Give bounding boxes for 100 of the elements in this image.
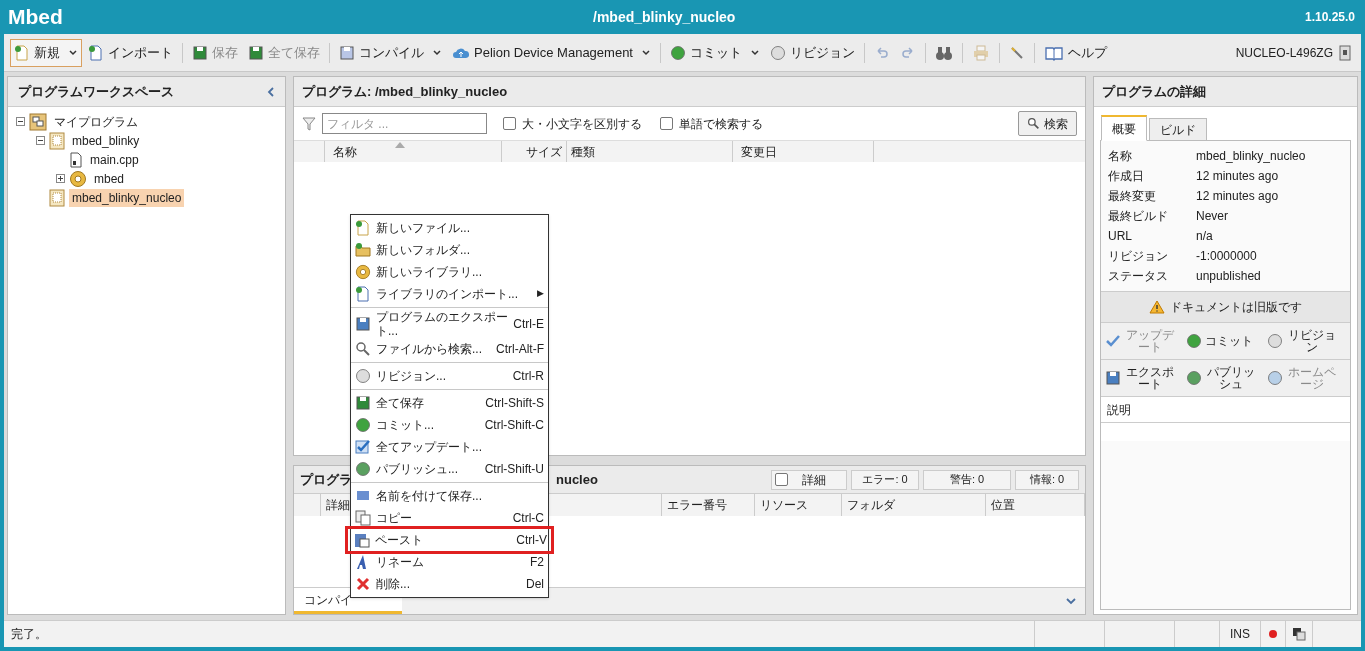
file-icon <box>69 151 83 168</box>
field-value: n/a <box>1196 228 1213 245</box>
menu-item[interactable]: ファイルから検索... Ctrl-Alt-F <box>351 338 548 360</box>
wand-icon <box>1009 44 1025 61</box>
panel-title: nucleo <box>556 470 598 489</box>
app-logo: Mbed <box>8 4 64 31</box>
column-header[interactable]: 位置 <box>991 496 1015 514</box>
undo-icon <box>874 44 890 61</box>
copy-icon <box>355 510 371 526</box>
windows-icon <box>1292 627 1306 641</box>
menu-item[interactable]: リネーム F2 <box>351 551 548 573</box>
field-label: 名称 <box>1108 148 1133 165</box>
record-dot-icon <box>1269 630 1277 638</box>
action-button[interactable]: リビジョン <box>1267 329 1346 353</box>
column-header[interactable]: フォルダ <box>847 496 895 514</box>
toolbar-button[interactable]: コミット <box>666 38 764 67</box>
menu-item[interactable]: コピー Ctrl-C <box>351 507 548 529</box>
chevron-down-icon <box>641 47 651 58</box>
counter-label: 警告: 0 <box>923 469 1011 490</box>
menu-item[interactable]: 新しいフォルダ... <box>351 239 548 261</box>
menu-item[interactable]: ペースト Ctrl-V <box>348 529 551 551</box>
field-value: 12 minutes ago <box>1196 168 1279 185</box>
collapse-icon[interactable] <box>35 136 45 145</box>
panel-title: プログラム: /mbed_blinky_nucleo <box>302 82 508 101</box>
action-button[interactable]: エクスポート <box>1105 366 1184 390</box>
field-value: mbed_blinky_nucleo <box>1196 148 1306 165</box>
menu-item[interactable]: ライブラリのインポート... ▶ <box>351 283 548 305</box>
search-icon <box>1027 117 1040 130</box>
chevron-left-icon[interactable] <box>267 86 275 97</box>
checkmark-icon <box>355 439 371 455</box>
action-button[interactable]: コミット <box>1186 333 1265 349</box>
chevron-down-icon <box>750 47 760 58</box>
chevron-down-icon <box>68 47 78 58</box>
column-header[interactable]: 名称 <box>333 142 357 161</box>
menu-item[interactable]: コミット... Ctrl-Shift-C <box>351 414 548 436</box>
tab[interactable]: 概要 <box>1101 115 1147 141</box>
checkbox-label[interactable]: 単語で検索する <box>679 114 763 133</box>
chevron-down-icon[interactable] <box>1065 596 1077 606</box>
new-file-icon <box>355 220 371 236</box>
warning-text: ドキュメントは旧版です <box>1170 299 1302 316</box>
tree-item[interactable]: mbed <box>91 169 128 188</box>
checkbox[interactable] <box>775 473 788 486</box>
tree-item[interactable]: マイプログラム <box>51 112 141 131</box>
tab[interactable]: ビルド <box>1149 118 1207 141</box>
column-header[interactable]: 種類 <box>571 142 595 161</box>
document-icon <box>88 44 104 61</box>
collapse-icon[interactable] <box>15 117 25 126</box>
counter-label: エラー: 0 <box>851 469 919 490</box>
menu-item[interactable]: 名前を付けて保存... <box>351 485 548 507</box>
tree-item[interactable]: mbed_blinky <box>69 131 143 150</box>
new-document-icon <box>14 44 30 61</box>
toolbar-button[interactable]: Pelion Device Management <box>448 38 655 67</box>
toolbar-button[interactable]: コンパイル <box>335 38 446 67</box>
checkbox-label[interactable]: 大・小文字を区別する <box>522 114 642 133</box>
menu-item[interactable]: リビジョン... Ctrl-R <box>351 365 548 387</box>
field-label: 最終変更 <box>1108 188 1157 205</box>
close-icon <box>355 576 371 592</box>
menu-item[interactable]: 新しいファイル... <box>351 217 548 239</box>
panel-title: プログラ <box>300 470 352 489</box>
board-icon <box>1339 44 1351 61</box>
checkbox[interactable] <box>503 117 516 130</box>
field-value: -1:0000000 <box>1196 248 1257 265</box>
detail-toggle[interactable]: 詳細 <box>771 469 847 490</box>
menu-item[interactable]: パブリッシュ... Ctrl-Shift-U <box>351 458 548 480</box>
search-button[interactable]: 検索 <box>1018 111 1077 136</box>
checkmark-icon <box>1105 334 1121 348</box>
field-label: URL <box>1108 228 1133 245</box>
column-header[interactable]: サイズ <box>526 142 562 161</box>
menu-item[interactable]: 新しいライブラリ... <box>351 261 548 283</box>
version-label: 1.10.25.0 <box>1304 9 1355 26</box>
filter-field[interactable]: フィルタ ... <box>322 113 487 134</box>
column-header[interactable]: 詳細 <box>326 496 350 514</box>
column-header[interactable]: リソース <box>760 496 808 514</box>
import-icon <box>355 286 371 302</box>
tree-item[interactable]: mbed_blinky_nucleo <box>69 188 185 207</box>
panel-title: プログラムワークスペース <box>18 82 174 101</box>
filter-icon <box>302 115 316 132</box>
menu-item[interactable]: 全て保存 Ctrl-Shift-S <box>351 392 548 414</box>
field-label: リビジョン <box>1108 248 1169 265</box>
toolbar-button[interactable]: ヘルプ <box>1040 38 1111 67</box>
action-button[interactable]: パブリッシュ <box>1186 366 1265 390</box>
checkbox[interactable] <box>660 117 673 130</box>
menu-item[interactable]: 全てアップデート... <box>351 436 548 458</box>
printer-icon <box>972 44 990 61</box>
panel-title: プログラムの詳細 <box>1102 82 1206 101</box>
toolbar-button[interactable]: インポート <box>84 38 177 67</box>
toolbar-button[interactable]: リビジョン <box>766 38 859 67</box>
folder-icon <box>355 242 371 258</box>
field-value: 12 minutes ago <box>1196 188 1279 205</box>
binoculars-icon <box>935 44 953 61</box>
column-header[interactable]: エラー番号 <box>667 496 727 514</box>
field-value: Never <box>1196 208 1228 225</box>
program-icon <box>49 188 65 207</box>
toolbar-button[interactable]: 新規 <box>10 38 82 67</box>
insert-mode-indicator: INS <box>1219 621 1260 647</box>
expand-icon[interactable] <box>55 174 65 183</box>
column-header[interactable]: 変更日 <box>741 142 777 161</box>
tree-item[interactable]: main.cpp <box>87 150 142 169</box>
target-board-label[interactable]: NUCLEO-L496ZG <box>1235 43 1333 62</box>
field-label: ステータス <box>1108 268 1169 285</box>
